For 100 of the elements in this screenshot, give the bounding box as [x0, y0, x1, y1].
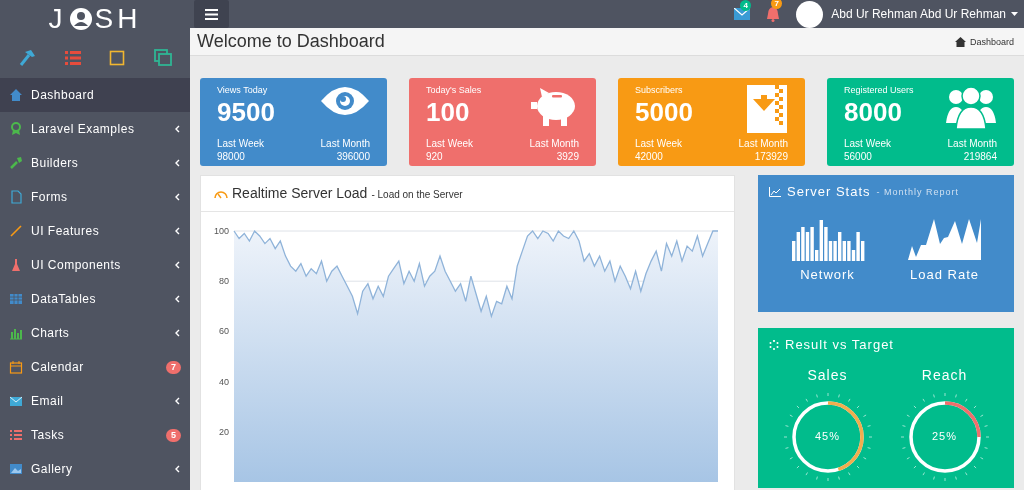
stat-value: 98000 [217, 150, 246, 163]
notification-badge: 7 [771, 0, 783, 9]
stat-value: 56000 [844, 150, 873, 163]
stat-title: Views Today [217, 84, 269, 97]
avatar[interactable] [796, 0, 824, 28]
stat-value: 920 [426, 150, 444, 163]
chevron-left-icon [175, 227, 180, 235]
sparkline-label: Network [800, 265, 855, 284]
gauge-reading: 25% [931, 429, 958, 445]
table-icon [9, 292, 23, 306]
menu-icon [205, 8, 218, 20]
eye-icon [321, 85, 369, 117]
panel-title: Realtime Server Load [232, 184, 368, 203]
page-title: Welcome to Dashboard [197, 30, 385, 53]
square-icon[interactable] [109, 49, 126, 66]
logo-text: SH [94, 1, 142, 36]
sidebar-item-label: Calendar [31, 359, 85, 376]
home-icon [9, 88, 23, 102]
sidebar-item-label: UI Components [31, 257, 122, 274]
sidebar-item-label: Email [31, 393, 65, 410]
sidebar-item[interactable]: Dashboard [0, 78, 190, 112]
document-icon [9, 190, 23, 204]
chevron-left-icon [175, 125, 180, 133]
gauge-reading: 45% [814, 429, 841, 445]
line-chart-icon [769, 186, 781, 197]
bar-chart-icon [9, 326, 23, 340]
hammer-icon[interactable] [18, 48, 37, 67]
stat-label: Last Week [217, 137, 265, 150]
stat-value: 173929 [754, 150, 788, 163]
stat-value: 219864 [963, 150, 997, 163]
gauge-icon [214, 188, 228, 199]
chevron-left-icon [175, 193, 180, 201]
flask-icon [9, 258, 23, 272]
stat-label: Last Week [635, 137, 683, 150]
stat-label: Last Week [844, 137, 892, 150]
stat-label: Last Month [529, 137, 579, 150]
axis-tick-label: 100 [213, 226, 229, 236]
wrench-icon [9, 156, 23, 170]
stat-value: 396000 [336, 150, 370, 163]
caret-icon[interactable] [1011, 12, 1018, 16]
sidebar-item-label: Dashboard [31, 87, 96, 104]
stat-label: Last Month [738, 137, 788, 150]
sidebar-item-label: Gallery [31, 461, 74, 478]
stat-label: Last Month [320, 137, 370, 150]
picture-icon [9, 462, 23, 476]
home-icon [954, 36, 966, 47]
chevron-left-icon [175, 295, 180, 303]
envelope-icon [9, 394, 23, 408]
axis-tick-label: 80 [219, 276, 229, 287]
stat-value: 42000 [635, 150, 664, 163]
zip-file-icon [747, 85, 787, 133]
panel-title: Result vs Target [785, 336, 894, 354]
panel-title: Server Stats [787, 183, 871, 201]
panel-subtitle: - Monthly Report [876, 186, 960, 199]
stat-label: Last Week [426, 137, 474, 150]
calendar-icon [9, 360, 23, 374]
gauge-label: Sales [807, 365, 848, 385]
list-icon [9, 428, 23, 442]
stat-value: 8000 [844, 97, 903, 127]
medal-icon [9, 122, 23, 136]
stat-label: Last Month [947, 137, 997, 150]
spinner-icon [769, 339, 779, 350]
stat-value: 9500 [217, 97, 275, 127]
panel-subtitle: - Load on the Server [371, 188, 463, 202]
axis-tick-label: 60 [219, 326, 229, 337]
sidebar-item-label: Builders [31, 155, 80, 172]
stat-value: 3929 [556, 150, 579, 163]
sidebar-item-label: Forms [31, 189, 69, 206]
stat-title: Registered Users [844, 84, 914, 97]
stat-title: Today's Sales [426, 84, 482, 97]
axis-tick-label: 40 [219, 376, 229, 387]
logo-text: J [48, 1, 67, 36]
gauge-label: Reach [921, 365, 968, 385]
stat-value: 100 [426, 97, 471, 127]
windows-icon[interactable] [153, 49, 172, 66]
notification-badge: 4 [740, 0, 752, 11]
piggy-bank-icon [530, 85, 578, 127]
mail-icon[interactable] [734, 8, 751, 20]
axis-tick-label: 20 [219, 426, 229, 437]
chevron-left-icon [175, 465, 180, 473]
sparkline-label: Load Rate [910, 265, 979, 284]
count-badge: 5 [166, 428, 181, 442]
bell-icon[interactable] [766, 6, 781, 22]
user-name[interactable]: Abd Ur Rehman Abd Ur Rehman [831, 5, 1006, 23]
menu-button[interactable] [194, 0, 229, 28]
breadcrumb-link[interactable]: Dashboard [969, 36, 1014, 50]
person-icon [69, 7, 92, 30]
sidebar-item-label: UI Features [31, 223, 101, 240]
sidebar-item-label: Tasks [31, 427, 66, 444]
count-badge: 7 [166, 360, 181, 374]
pencil-icon [9, 224, 23, 238]
chevron-left-icon [175, 261, 180, 269]
chevron-left-icon [175, 397, 180, 405]
stat-title: Subscribers [635, 84, 684, 97]
stat-value: 5000 [635, 97, 693, 127]
chevron-left-icon [175, 329, 180, 337]
sidebar-item-label: Charts [31, 325, 71, 342]
sidebar-item-label: Laravel Examples [31, 121, 136, 138]
chevron-left-icon [175, 159, 180, 167]
users-icon [946, 85, 996, 129]
